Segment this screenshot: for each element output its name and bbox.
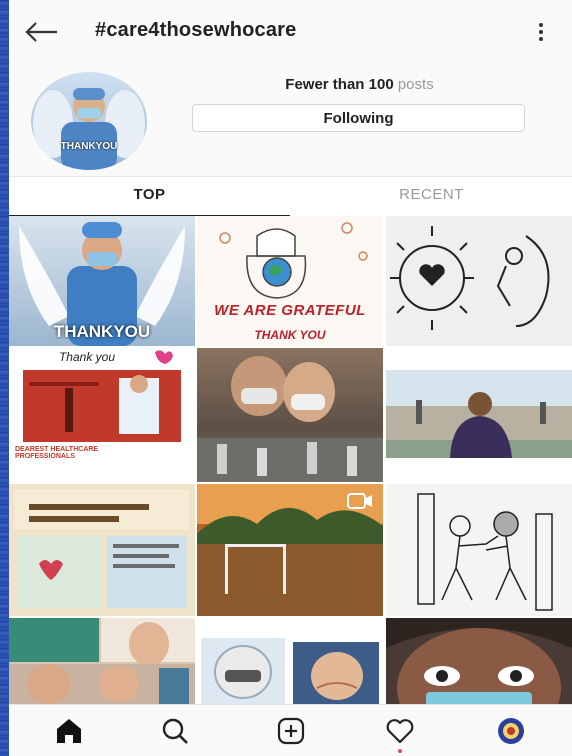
profile-avatar-icon[interactable] xyxy=(495,715,527,747)
home-icon[interactable] xyxy=(53,715,85,747)
top-bar: #care4thosewhocare xyxy=(9,0,572,62)
post-tile[interactable] xyxy=(9,484,195,616)
post-tile[interactable] xyxy=(197,484,383,616)
tab-bar: TOP RECENT xyxy=(9,176,572,217)
search-icon[interactable] xyxy=(159,715,191,747)
masked-face-painting xyxy=(386,618,572,704)
doctor-illustration-icon xyxy=(33,88,145,170)
following-button[interactable]: Following xyxy=(192,104,525,132)
newspaper-collage-image xyxy=(15,490,189,608)
page-title: #care4thosewhocare xyxy=(95,19,297,41)
tab-top[interactable]: TOP xyxy=(9,177,290,217)
post-grid: THANKYOU WE ARE GRATEFUL THANK YOU Thank… xyxy=(9,216,572,704)
post-tile[interactable] xyxy=(9,618,195,704)
notification-dot xyxy=(398,749,402,753)
post-count: Fewer than 100 posts xyxy=(192,76,527,93)
tile-caption: Thank you xyxy=(58,350,116,364)
app-screen: #care4thosewhocare THANKYOU Fewer than 1… xyxy=(9,0,572,756)
window-left-edge xyxy=(0,0,9,756)
post-tile[interactable]: WE ARE GRATEFUL THANK YOU xyxy=(197,216,383,346)
post-tile[interactable] xyxy=(386,618,572,704)
bottom-navigation xyxy=(9,704,572,756)
post-tile[interactable]: Thank you DEAREST HEALTHCARE PROFESSIONA… xyxy=(9,348,195,482)
post-tile[interactable] xyxy=(197,348,383,482)
tile-subcaption: DEAREST HEALTHCARE PROFESSIONALS xyxy=(15,446,99,460)
masked-workers-image xyxy=(201,638,379,704)
police-sketch-image xyxy=(417,493,553,611)
tile-caption: WE ARE GRATEFUL xyxy=(214,302,366,319)
post-count-unit: posts xyxy=(397,76,434,93)
tab-recent[interactable]: RECENT xyxy=(291,177,572,217)
arrow-left-icon[interactable] xyxy=(25,22,59,42)
post-tile[interactable] xyxy=(386,348,572,482)
post-tile[interactable] xyxy=(386,216,572,346)
exhausted-nurses-collage xyxy=(9,618,195,704)
post-tile[interactable] xyxy=(197,618,383,704)
grateful-illustration xyxy=(219,222,368,299)
hashtag-profile: THANKYOU Fewer than 100 posts Following xyxy=(9,62,572,176)
post-count-value: Fewer than 100 xyxy=(285,76,394,93)
masked-doctors-painting xyxy=(197,356,383,482)
tile-subcaption: THANK YOU xyxy=(254,328,326,342)
tile-caption: THANKYOU xyxy=(53,322,151,341)
post-tile[interactable] xyxy=(386,484,572,616)
hashtag-avatar: THANKYOU xyxy=(31,72,147,170)
field-photo-image xyxy=(386,370,572,458)
more-vertical-icon[interactable] xyxy=(538,23,544,41)
post-tile[interactable]: THANKYOU xyxy=(9,216,195,346)
healthcare-thanks-image xyxy=(23,350,181,442)
avatar-caption: THANKYOU xyxy=(60,141,118,152)
video-camera-icon xyxy=(347,493,372,509)
add-post-icon[interactable] xyxy=(275,715,307,747)
heart-icon[interactable] xyxy=(384,715,416,747)
virus-sketch-image xyxy=(390,226,550,330)
